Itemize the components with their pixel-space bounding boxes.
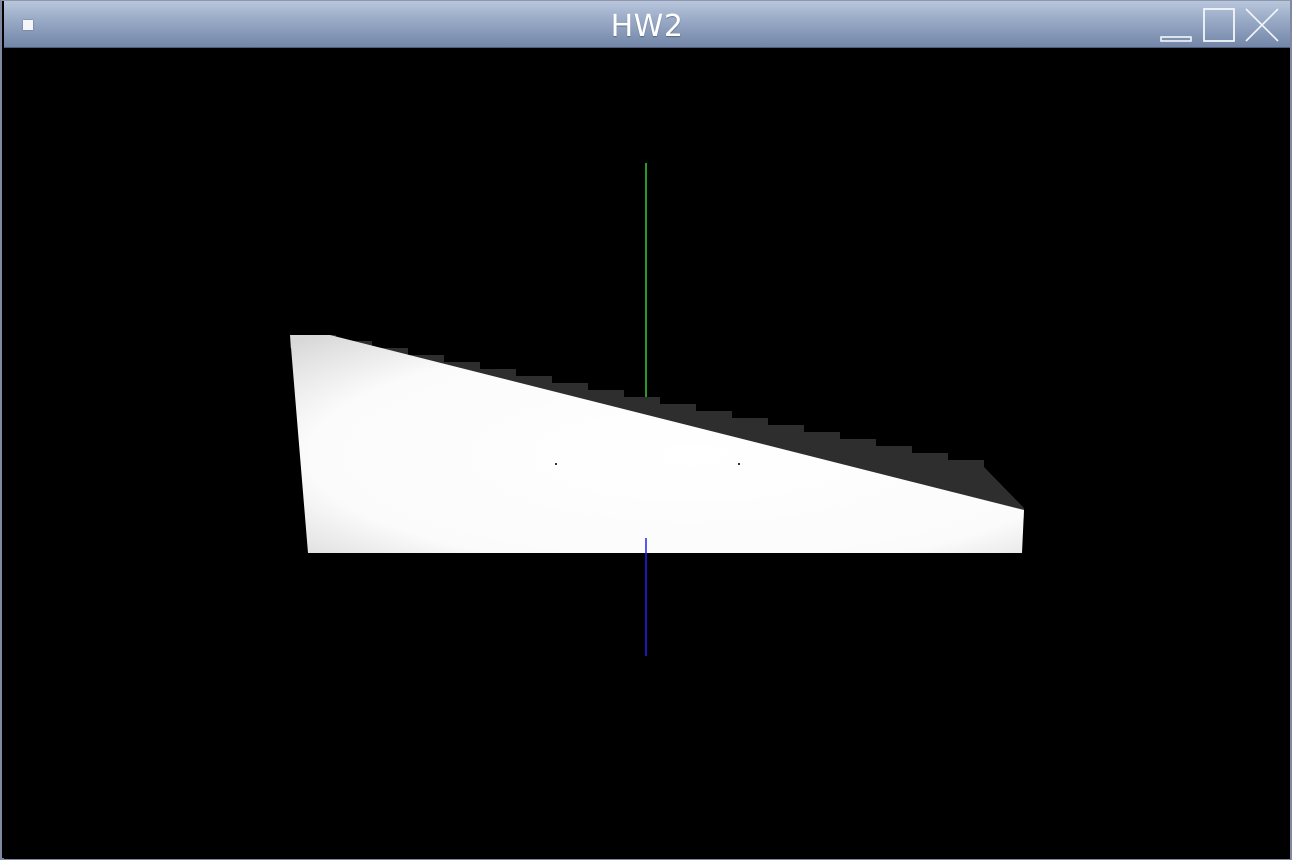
scene — [290, 163, 1024, 656]
vertex-marker — [738, 463, 740, 465]
title-bar[interactable]: HW2 — [4, 1, 1290, 48]
vertex-marker — [555, 463, 557, 465]
maximize-icon[interactable] — [1201, 7, 1237, 43]
opengl-viewport[interactable] — [4, 48, 1290, 859]
window-title: HW2 — [610, 9, 684, 44]
minimize-icon[interactable] — [1158, 7, 1194, 43]
close-icon[interactable] — [1244, 7, 1280, 43]
shape-face — [290, 335, 1024, 553]
app-window: HW2 — [0, 0, 1292, 860]
